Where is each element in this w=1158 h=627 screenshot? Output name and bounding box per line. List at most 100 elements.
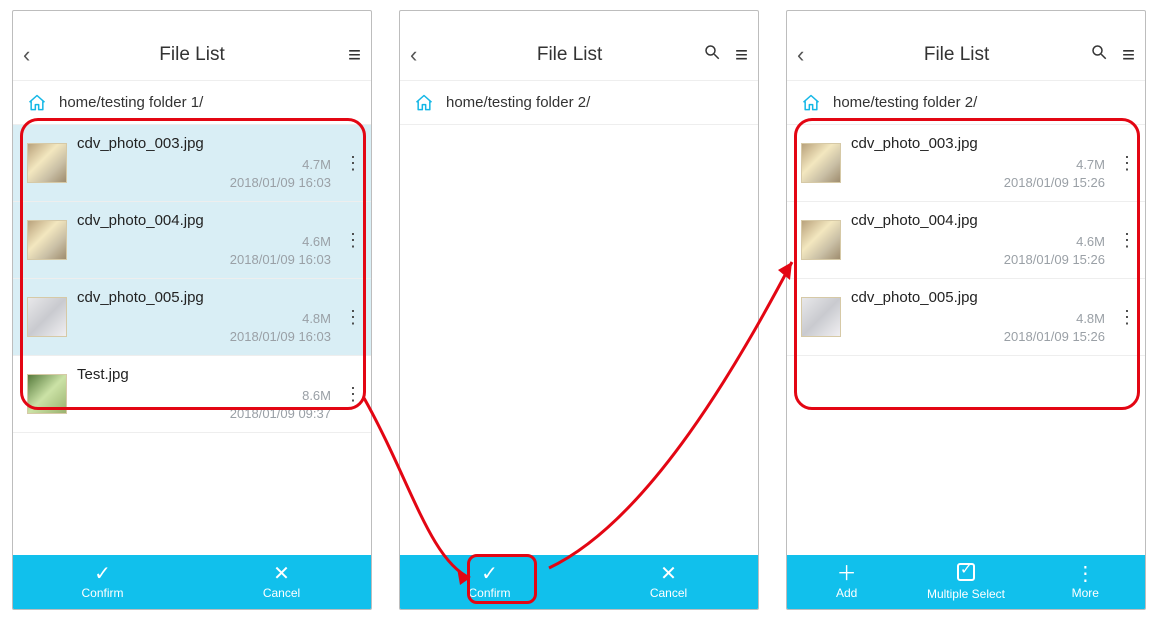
home-icon bbox=[801, 93, 821, 113]
file-thumbnail bbox=[27, 143, 67, 183]
file-size: 4.7M bbox=[302, 156, 331, 174]
topbar: ‹ File List ≡ bbox=[13, 29, 371, 81]
more-icon[interactable]: ⋮ bbox=[341, 307, 365, 328]
breadcrumb-path: home/testing folder 2/ bbox=[446, 94, 590, 111]
breadcrumb[interactable]: home/testing folder 2/ bbox=[400, 81, 758, 125]
topbar: ‹ File List ≡ bbox=[400, 29, 758, 81]
file-info: cdv_photo_003.jpg 4.7M2018/01/09 16:03 bbox=[77, 135, 331, 191]
file-thumbnail bbox=[27, 220, 67, 260]
file-meta: 4.7M2018/01/09 16:03 bbox=[77, 156, 331, 191]
topbar: ‹ File List ≡ bbox=[787, 29, 1145, 81]
file-date: 2018/01/09 15:26 bbox=[1004, 251, 1105, 269]
file-size: 8.6M bbox=[302, 387, 331, 405]
bottom-button[interactable]: ✓Confirm bbox=[13, 555, 192, 609]
file-date: 2018/01/09 16:03 bbox=[230, 251, 331, 269]
search-icon[interactable] bbox=[1090, 43, 1108, 66]
bottom-button[interactable]: Multiple Select bbox=[906, 555, 1025, 609]
add-icon: ＋ bbox=[837, 564, 857, 584]
back-button[interactable]: ‹ bbox=[797, 42, 823, 68]
page-title: File List bbox=[49, 44, 335, 66]
file-name: cdv_photo_003.jpg bbox=[77, 135, 331, 152]
home-icon bbox=[27, 93, 47, 113]
file-info: cdv_photo_005.jpg 4.8M2018/01/09 16:03 bbox=[77, 289, 331, 345]
file-name: cdv_photo_005.jpg bbox=[77, 289, 331, 306]
bottom-bar: ＋ Add Multiple Select ⋮ More bbox=[787, 555, 1145, 609]
file-info: cdv_photo_005.jpg 4.8M2018/01/09 15:26 bbox=[851, 289, 1105, 345]
bottom-button[interactable]: ✕ Cancel bbox=[579, 555, 758, 609]
more-icon[interactable]: ⋮ bbox=[341, 153, 365, 174]
bottom-button-label: Add bbox=[836, 586, 857, 600]
file-meta: 4.7M2018/01/09 15:26 bbox=[851, 156, 1105, 191]
file-meta: 4.8M2018/01/09 16:03 bbox=[77, 310, 331, 345]
file-row[interactable]: cdv_photo_005.jpg 4.8M2018/01/09 16:03 ⋮ bbox=[13, 279, 371, 356]
file-thumbnail bbox=[801, 297, 841, 337]
breadcrumb[interactable]: home/testing folder 1/ bbox=[13, 81, 371, 125]
back-button[interactable]: ‹ bbox=[410, 42, 436, 68]
file-thumbnail bbox=[801, 220, 841, 260]
file-thumbnail bbox=[801, 143, 841, 183]
bottom-button[interactable]: ＋ Add bbox=[787, 555, 906, 609]
confirm-icon: ✓ bbox=[94, 564, 111, 584]
back-button[interactable]: ‹ bbox=[23, 42, 49, 68]
more-icon[interactable]: ⋮ bbox=[341, 384, 365, 405]
bottom-button[interactable]: ✓ Confirm bbox=[400, 555, 579, 609]
bottom-button-label: Cancel bbox=[650, 586, 687, 600]
file-row[interactable]: cdv_photo_005.jpg 4.8M2018/01/09 15:26 ⋮ bbox=[787, 279, 1145, 356]
file-name: cdv_photo_004.jpg bbox=[77, 212, 331, 229]
file-meta: 4.6M2018/01/09 15:26 bbox=[851, 233, 1105, 268]
file-date: 2018/01/09 16:03 bbox=[230, 328, 331, 346]
bottom-button[interactable]: ✕Cancel bbox=[192, 555, 371, 609]
page-title: File List bbox=[436, 44, 703, 66]
file-info: cdv_photo_004.jpg 4.6M2018/01/09 16:03 bbox=[77, 212, 331, 268]
more-icon[interactable]: ⋮ bbox=[1115, 307, 1139, 328]
file-thumbnail bbox=[27, 297, 67, 337]
multiple-select-icon bbox=[957, 563, 975, 585]
bottom-button-label: Multiple Select bbox=[927, 587, 1005, 601]
file-list: cdv_photo_003.jpg4.7M2018/01/09 15:26⋮cd… bbox=[787, 125, 1145, 555]
file-date: 2018/01/09 09:37 bbox=[230, 405, 331, 423]
bottom-bar: ✓Confirm✕Cancel bbox=[13, 555, 371, 609]
more-icon: ⋮ bbox=[1075, 564, 1095, 584]
file-info: cdv_photo_003.jpg 4.7M2018/01/09 15:26 bbox=[851, 135, 1105, 191]
file-row[interactable]: cdv_photo_003.jpg 4.7M2018/01/09 16:03 ⋮ bbox=[13, 125, 371, 202]
file-name: cdv_photo_004.jpg bbox=[851, 212, 1105, 229]
cancel-icon: ✕ bbox=[660, 564, 677, 584]
file-row[interactable]: cdv_photo_004.jpg 4.6M2018/01/09 15:26 ⋮ bbox=[787, 202, 1145, 279]
menu-icon[interactable]: ≡ bbox=[735, 48, 748, 62]
bottom-button[interactable]: ⋮ More bbox=[1026, 555, 1145, 609]
file-info: Test.jpg 8.6M2018/01/09 09:37 bbox=[77, 366, 331, 422]
file-size: 4.6M bbox=[1076, 233, 1105, 251]
bottom-button-label: More bbox=[1072, 586, 1099, 600]
file-thumbnail bbox=[27, 374, 67, 414]
breadcrumb[interactable]: home/testing folder 2/ bbox=[787, 81, 1145, 125]
file-name: Test.jpg bbox=[77, 366, 331, 383]
page-title: File List bbox=[823, 44, 1090, 66]
more-icon[interactable]: ⋮ bbox=[341, 230, 365, 251]
file-row[interactable]: cdv_photo_003.jpg 4.7M2018/01/09 15:26 ⋮ bbox=[787, 125, 1145, 202]
breadcrumb-path: home/testing folder 1/ bbox=[59, 94, 203, 111]
file-size: 4.8M bbox=[1076, 310, 1105, 328]
file-name: cdv_photo_003.jpg bbox=[851, 135, 1105, 152]
file-date: 2018/01/09 15:26 bbox=[1004, 328, 1105, 346]
file-row[interactable]: cdv_photo_004.jpg 4.6M2018/01/09 16:03 ⋮ bbox=[13, 202, 371, 279]
bottom-bar: ✓ Confirm ✕ Cancel bbox=[400, 555, 758, 609]
file-date: 2018/01/09 16:03 bbox=[230, 174, 331, 192]
screen-2: ‹ File List ≡ home/testing folder 2/ ✓ Co… bbox=[399, 10, 759, 610]
more-icon[interactable]: ⋮ bbox=[1115, 153, 1139, 174]
menu-icon[interactable]: ≡ bbox=[1122, 48, 1135, 62]
file-row[interactable]: Test.jpg 8.6M2018/01/09 09:37 ⋮ bbox=[13, 356, 371, 433]
file-date: 2018/01/09 15:26 bbox=[1004, 174, 1105, 192]
confirm-icon: ✓ bbox=[481, 564, 498, 584]
bottom-button-label: Confirm bbox=[468, 586, 510, 600]
menu-icon[interactable]: ≡ bbox=[348, 48, 361, 62]
bottom-button-label: Cancel bbox=[263, 586, 300, 600]
file-list bbox=[400, 125, 758, 555]
breadcrumb-path: home/testing folder 2/ bbox=[833, 94, 977, 111]
home-icon bbox=[414, 93, 434, 113]
search-icon[interactable] bbox=[703, 43, 721, 66]
more-icon[interactable]: ⋮ bbox=[1115, 230, 1139, 251]
file-size: 4.8M bbox=[302, 310, 331, 328]
file-size: 4.6M bbox=[302, 233, 331, 251]
file-name: cdv_photo_005.jpg bbox=[851, 289, 1105, 306]
screen-1: ‹ File List ≡ home/testing folder 1/ cdv… bbox=[12, 10, 372, 610]
